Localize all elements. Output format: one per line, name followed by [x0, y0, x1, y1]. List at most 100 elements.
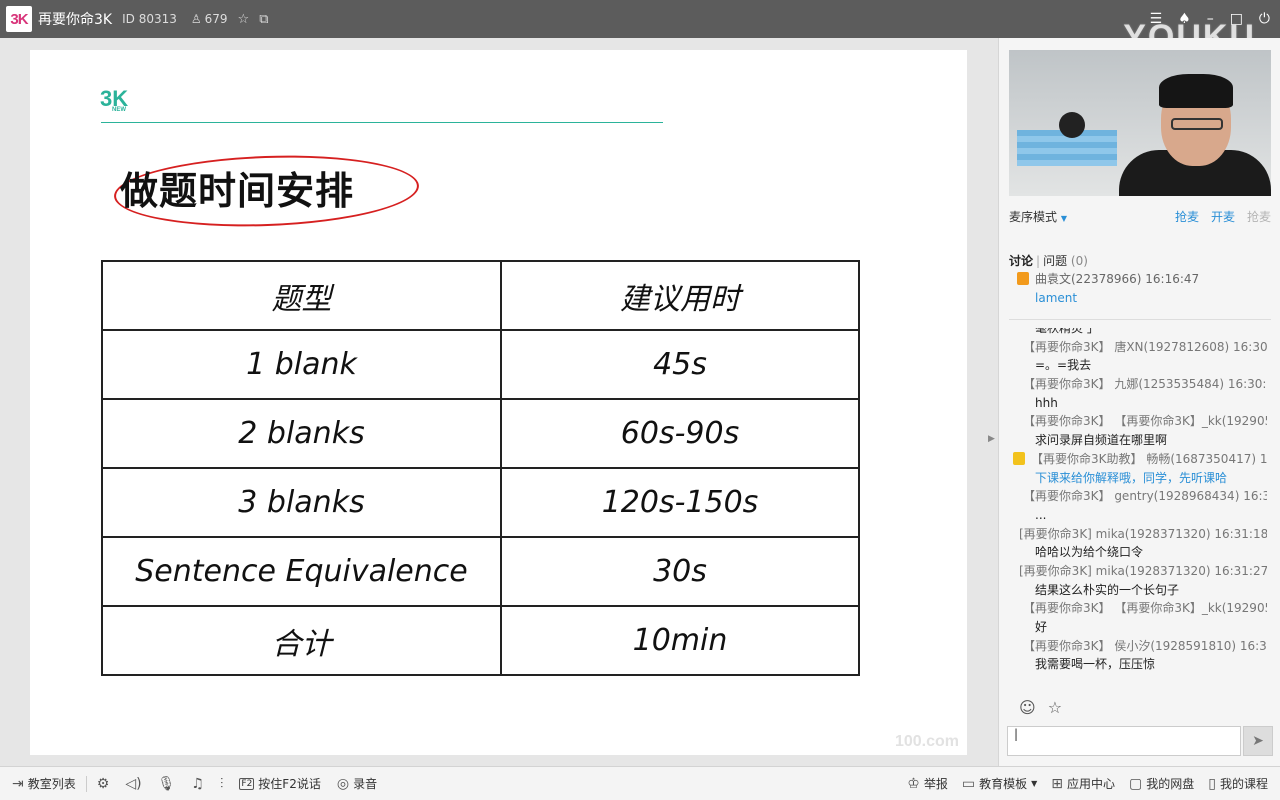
table-cell: 120s-150s: [500, 467, 860, 538]
slide-watermark: 100.com: [894, 733, 959, 750]
favorite-icon[interactable]: ☆: [1048, 698, 1062, 717]
folder-icon: ▢: [1129, 775, 1143, 792]
table-cell: 3 blanks: [101, 467, 502, 538]
send-icon: ➤: [1252, 733, 1264, 749]
chat-meta: 【再要你命3K】 唐XN(1927812608) 16:30:3: [1023, 339, 1267, 354]
classroom-list-button[interactable]: ⇥ 教室列表: [12, 775, 76, 792]
chat-message: 结果这么朴实的一个长句子: [1035, 582, 1180, 597]
table-row: 合计 10min: [101, 605, 860, 676]
mic-mode-select[interactable]: 麦序模式 ▼: [1009, 210, 1067, 224]
questions-count: (0): [1070, 254, 1088, 268]
mixer-icon[interactable]: ⫶: [220, 776, 224, 792]
chat-meta: 【再要你命3K】 九娜(1253535484) 16:30:3: [1023, 377, 1267, 392]
slide-title: 做题时间安排: [120, 169, 355, 213]
chat-message: 哈哈以为给个绕口令: [1035, 545, 1144, 560]
divider: [85, 775, 87, 792]
table-row: 题型 建议用时: [101, 260, 860, 331]
music-icon[interactable]: ♫: [191, 776, 204, 792]
record-icon: ◎: [336, 775, 350, 792]
my-courses-button[interactable]: ▯ 我的课程: [1208, 775, 1268, 792]
f2-key-icon: F2: [239, 777, 255, 790]
table-cell: Sentence Equivalence: [101, 536, 502, 607]
grab-mic-disabled-button[interactable]: 抢麦: [1247, 208, 1271, 225]
chat-line: 毫秋精灵 」: [1035, 328, 1099, 335]
star-icon[interactable]: ☆: [238, 12, 250, 27]
open-mic-button[interactable]: 开麦: [1211, 208, 1235, 225]
table-row: 2 blanks 60s-90s: [101, 398, 860, 469]
chat-message: 下课来给你解释哦，同学，先听课哈: [1035, 470, 1228, 485]
bottom-tools: ⚙ ◁) 🎙 ♫ ⫶ F2 按住F2说话 ◎ 录音: [97, 775, 377, 792]
chevron-down-icon: ▼: [1031, 779, 1038, 788]
send-button[interactable]: ➤: [1243, 726, 1273, 756]
table-cell: 题型: [101, 260, 502, 331]
chat-input-row: | ➤: [1007, 726, 1273, 756]
chat-meta: [再要你命3K] mika(1928371320) 16:31:18: [1019, 526, 1267, 541]
table-cell: 2 blanks: [101, 398, 502, 469]
room-name: 再要你命3K: [38, 12, 113, 28]
microphone-icon[interactable]: 🎙: [158, 776, 176, 792]
chat-meta: [再要你命3K] mika(1928371320) 16:31:27: [1019, 563, 1267, 578]
app-center-button[interactable]: ⊞ 应用中心: [1051, 775, 1115, 792]
slide: 3K NEW 做题时间安排 题型 建议用时 1 blank 45s 2 blan…: [30, 50, 967, 755]
chat-input[interactable]: |: [1007, 726, 1241, 756]
push-to-talk-button[interactable]: F2 按住F2说话: [239, 775, 321, 792]
power-icon[interactable]: ⏻: [1259, 11, 1270, 27]
collapse-panel-icon[interactable]: ▶: [988, 434, 995, 444]
video-figure: [1059, 112, 1085, 138]
grab-mic-button[interactable]: 抢麦: [1175, 208, 1199, 225]
table-cell: 建议用时: [500, 260, 860, 331]
bottom-right: ♔ 举报 ▭ 教育模板 ▼ ⊞ 应用中心 ▢ 我的网盘 ▯ 我的课程: [907, 767, 1268, 800]
user-icon: ♙: [190, 12, 202, 26]
report-button[interactable]: ♔ 举报: [907, 775, 948, 792]
settings-icon[interactable]: ⚙: [97, 776, 110, 792]
chat-meta: 【再要你命3K】 【再要你命3K】_kk(192905: [1023, 414, 1267, 429]
share-icon[interactable]: ⧉: [259, 12, 268, 27]
tab-questions[interactable]: 问题: [1043, 254, 1067, 268]
window-icon: ▭: [961, 775, 976, 792]
teacher-hair: [1159, 74, 1233, 108]
book-icon: ▯: [1208, 775, 1216, 792]
chat-meta: 【再要你命3K】 【再要你命3K】_kk(192905: [1023, 601, 1267, 616]
title-bar: 3K 再要你命3K ID 80313 ♙ 679 ☆ ⧉ ☰ ♠ – □ ⏻ Y…: [0, 0, 1280, 56]
my-disk-button[interactable]: ▢ 我的网盘: [1129, 775, 1194, 792]
slide-stage: 3K NEW 做题时间安排 题型 建议用时 1 blank 45s 2 blan…: [0, 38, 998, 766]
tab-discuss[interactable]: 讨论: [1009, 254, 1033, 268]
edu-template-button[interactable]: ▭ 教育模板 ▼: [962, 775, 1037, 792]
chat-toolbar: ☺ ☆: [1019, 698, 1062, 717]
bottom-left: ⇥ 教室列表 ⚙ ◁) 🎙 ♫ ⫶ F2 按住F2说话 ◎ 录音: [12, 775, 377, 792]
table-row: 3 blanks 120s-150s: [101, 467, 860, 538]
pinned-message: 曲袁文(22378966) 16:16:47 lament: [1017, 270, 1273, 308]
table-cell: 60s-90s: [500, 398, 860, 469]
table-cell: 10min: [500, 605, 860, 676]
table-cell: 合计: [101, 605, 502, 676]
chat-meta: 【再要你命3K】 侯小汐(1928591810) 16:31: [1023, 638, 1267, 653]
table-row: Sentence Equivalence 30s: [101, 536, 860, 607]
table-cell: 30s: [500, 536, 860, 607]
mic-mode-row: 麦序模式 ▼ 抢麦 开麦 抢麦: [1009, 208, 1271, 225]
chat-message: 好: [1035, 620, 1048, 634]
time-table: 题型 建议用时 1 blank 45s 2 blanks 60s-90s 3 b…: [101, 260, 860, 676]
table-cell: 1 blank: [101, 329, 502, 400]
room-id: ID 80313: [122, 12, 177, 26]
chat-message: ...: [1035, 507, 1047, 522]
table-row: 1 blank 45s: [101, 329, 860, 400]
speaker-icon[interactable]: ◁): [125, 776, 141, 792]
chat-message: hhh: [1035, 395, 1058, 410]
chat-list[interactable]: 毫秋精灵 」 【再要你命3K】 唐XN(1927812608) 16:30:3 …: [1009, 328, 1267, 683]
mic-actions: 抢麦 开麦 抢麦: [1175, 208, 1271, 225]
teacher-video[interactable]: [1009, 50, 1271, 196]
divider: [1009, 319, 1271, 320]
table-cell: 45s: [500, 329, 860, 400]
chat-message: 求问录屏自频道在哪里啊: [1035, 433, 1168, 448]
record-button[interactable]: ◎ 录音: [337, 775, 377, 792]
chat-meta: 【再要你命3K】 gentry(1928968434) 16:31: [1023, 489, 1267, 504]
chat-message: =。=我去: [1035, 358, 1092, 373]
emoji-icon[interactable]: ☺: [1019, 698, 1036, 717]
gift-icon: [1017, 272, 1029, 285]
chevron-down-icon: ▼: [1060, 214, 1067, 223]
slide-header-line: [101, 122, 663, 123]
teacher-figure: [1119, 74, 1271, 196]
slide-logo: 3K NEW: [100, 86, 129, 113]
chat-message: 我需要喝一杯，压压惊: [1035, 657, 1156, 672]
bottom-toolbar: ⇥ 教室列表 ⚙ ◁) 🎙 ♫ ⫶ F2 按住F2说话 ◎ 录音 ♔ 举报 ▭: [0, 766, 1280, 800]
